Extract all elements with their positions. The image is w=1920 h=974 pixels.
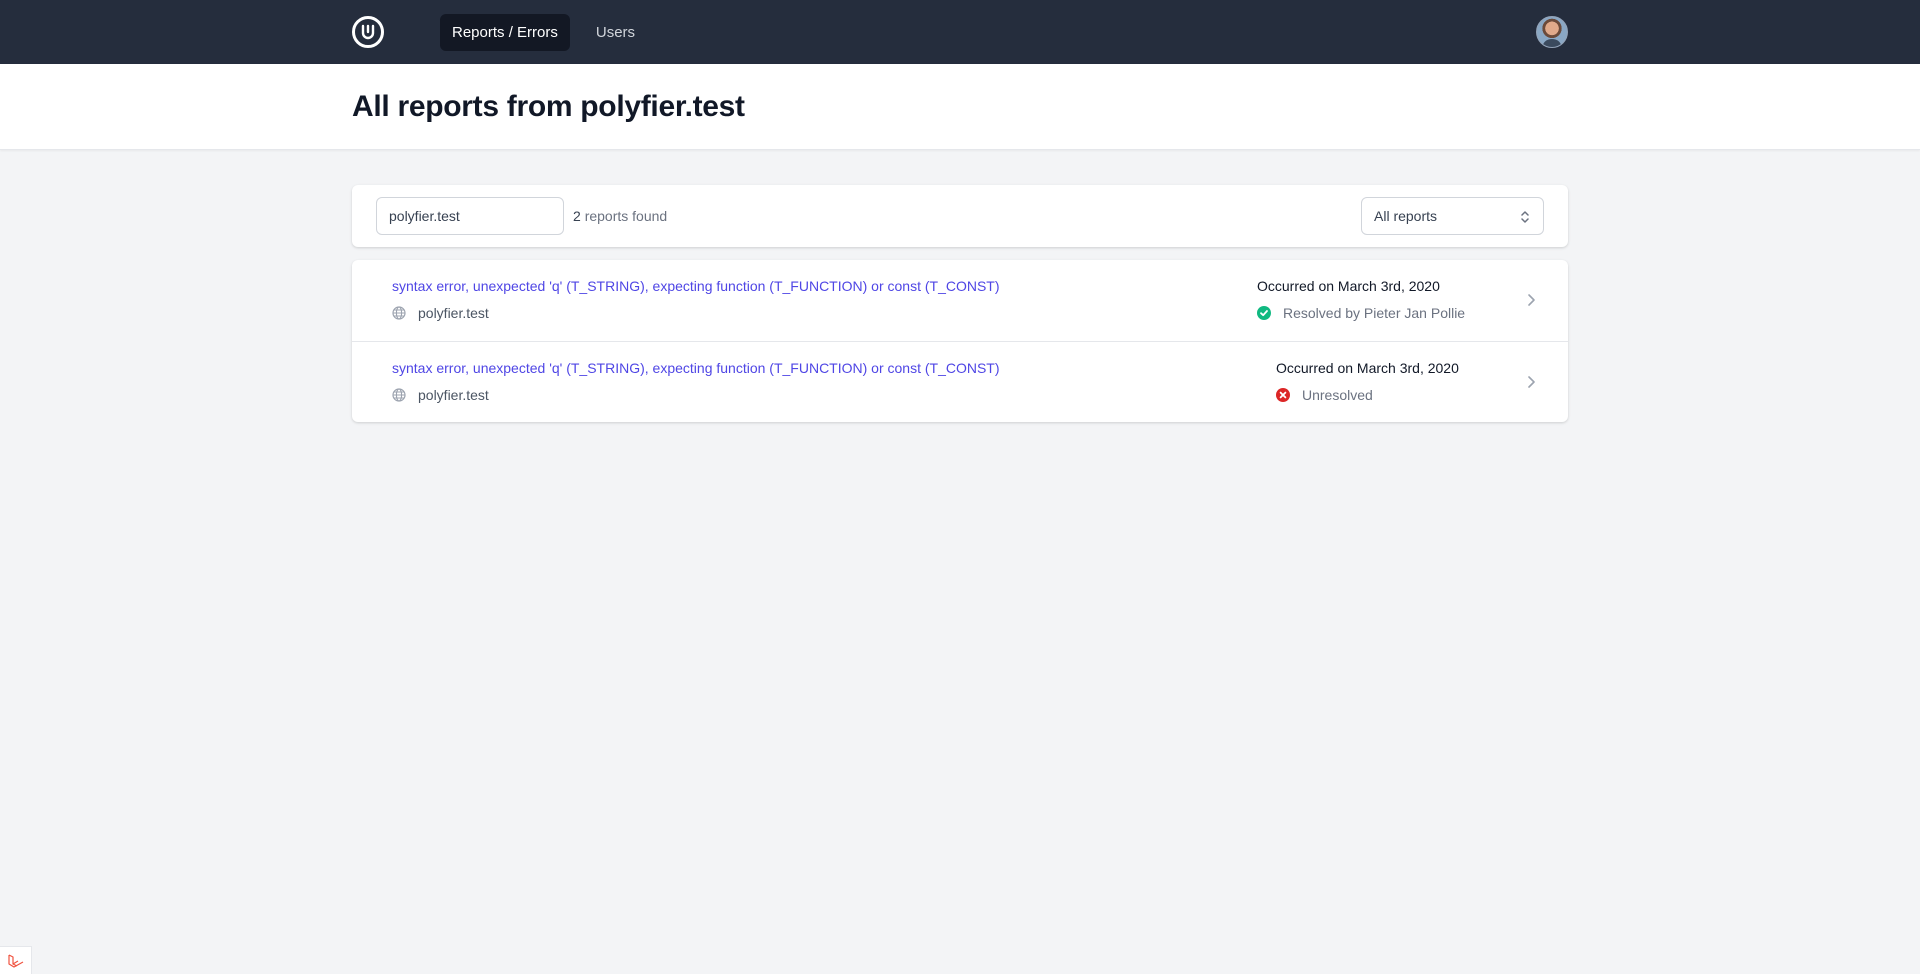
app-logo-icon[interactable] [352, 16, 384, 48]
report-row[interactable]: syntax error, unexpected 'q' (T_STRING),… [352, 260, 1568, 341]
nav-item-users[interactable]: Users [584, 14, 647, 51]
chevron-right-icon[interactable] [1526, 375, 1536, 394]
report-host: polyfier.test [392, 305, 489, 321]
report-host: polyfier.test [392, 387, 489, 403]
user-avatar[interactable] [1536, 16, 1568, 48]
page-header: All reports from polyfier.test [0, 64, 1920, 150]
report-status: Unresolved [1276, 387, 1459, 403]
report-host-label: polyfier.test [418, 305, 489, 321]
results-count-text: reports found [584, 208, 668, 224]
chevron-right-icon[interactable] [1526, 293, 1536, 312]
globe-icon [392, 388, 406, 402]
report-row[interactable]: syntax error, unexpected 'q' (T_STRING),… [352, 341, 1568, 422]
report-filter-select-value: All reports [1374, 208, 1438, 224]
x-circle-icon [1276, 388, 1290, 402]
report-title-link[interactable]: syntax error, unexpected 'q' (T_STRING),… [392, 360, 1000, 376]
search-input[interactable] [376, 197, 564, 235]
report-status-label: Resolved by Pieter Jan Pollie [1283, 305, 1466, 321]
chevron-up-down-icon [1519, 208, 1531, 229]
report-status-label: Unresolved [1302, 387, 1373, 403]
report-filter-select[interactable]: All reports [1361, 197, 1544, 235]
filter-toolbar: 2 reports found All reports [352, 185, 1568, 247]
report-date: Occurred on March 3rd, 2020 [1276, 360, 1459, 376]
reports-list: syntax error, unexpected 'q' (T_STRING),… [352, 260, 1568, 422]
nav-item-reports[interactable]: Reports / Errors [440, 13, 570, 51]
main-nav: Reports / Errors Users [440, 13, 647, 51]
results-count-number: 2 [573, 208, 581, 224]
top-navigation-bar: Reports / Errors Users [0, 0, 1920, 64]
main-content: 2 reports found All reports syntax error… [352, 185, 1568, 422]
laravel-debug-icon[interactable] [0, 946, 32, 974]
report-host-label: polyfier.test [418, 387, 489, 403]
report-status: Resolved by Pieter Jan Pollie [1257, 305, 1465, 321]
results-count: 2 reports found [573, 208, 667, 224]
globe-icon [392, 306, 406, 320]
page-title: All reports from polyfier.test [352, 90, 745, 123]
report-meta: Occurred on March 3rd, 2020 Resolved by … [1257, 278, 1465, 321]
check-circle-icon [1257, 306, 1271, 320]
report-date: Occurred on March 3rd, 2020 [1257, 278, 1440, 294]
report-title-link[interactable]: syntax error, unexpected 'q' (T_STRING),… [392, 278, 1000, 294]
report-meta: Occurred on March 3rd, 2020 Unresolved [1276, 360, 1459, 403]
